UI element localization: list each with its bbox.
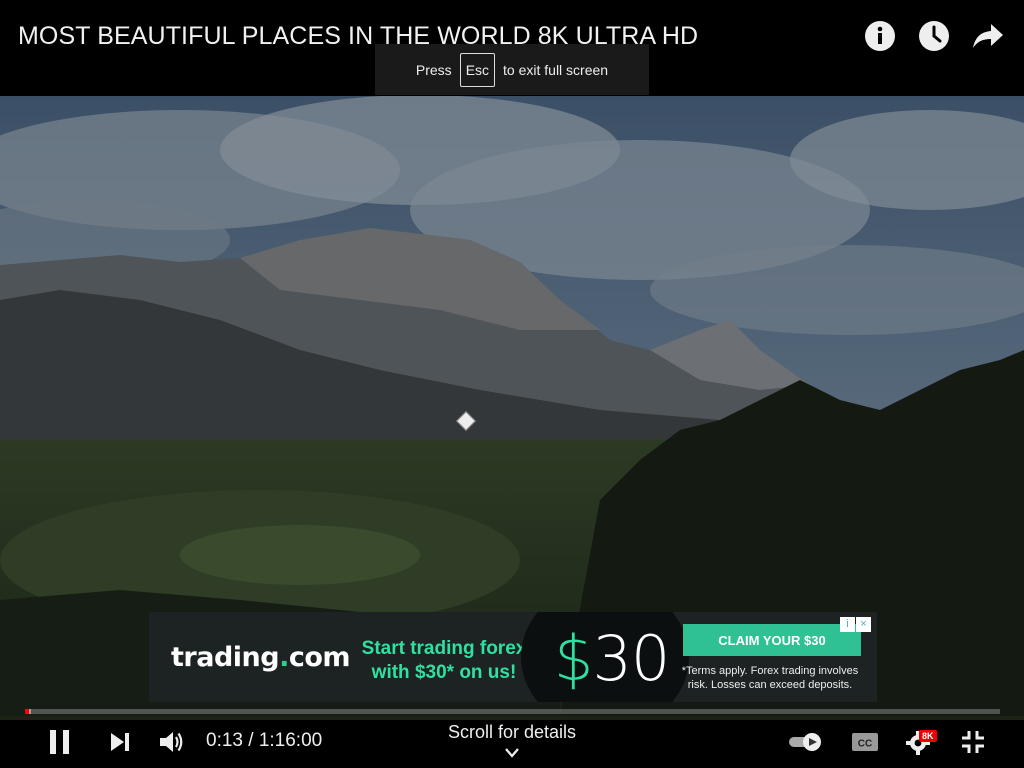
ad-badges: i × [840,617,871,632]
progress-played [25,709,29,714]
share-icon[interactable] [972,16,1004,56]
scroll-for-details[interactable]: Scroll for details [430,722,594,743]
autoplay-toggle[interactable] [786,728,824,756]
ad-logo: trading.com [171,642,351,673]
ad-claim-button[interactable]: CLAIM YOUR $30 [683,624,861,656]
exit-fullscreen-toast: Press Esc to exit full screen [375,44,649,95]
toast-prefix: Press [415,61,452,78]
progress-bar[interactable] [25,709,1000,714]
chevron-down-icon[interactable] [504,746,520,760]
ad-amount: $30 [554,622,670,695]
clock-icon[interactable] [918,16,950,56]
ad-banner[interactable]: trading.com Start trading forex with $30… [149,612,877,702]
ad-info-icon[interactable]: i [840,617,855,632]
exit-fullscreen-icon[interactable] [958,728,988,756]
top-actions [864,16,1004,56]
captions-icon[interactable]: CC [848,728,882,756]
player-controls: 0:13 / 1:16:00 Scroll for details CC 8K [0,716,1024,768]
next-icon[interactable] [104,726,136,758]
pause-icon[interactable] [44,726,76,758]
ad-close-icon[interactable]: × [856,617,871,632]
ad-terms: *Terms apply. Forex trading involves ris… [681,665,859,691]
ad-headline: Start trading forex with $30* on us! [361,638,527,683]
svg-text:CC: CC [858,739,872,750]
time-display: 0:13 / 1:16:00 [206,730,323,751]
quality-badge: 8K [919,730,937,742]
toast-suffix: to exit full screen [503,61,609,78]
esc-key: Esc [459,52,496,87]
volume-icon[interactable] [156,726,188,758]
info-icon[interactable] [864,16,896,56]
